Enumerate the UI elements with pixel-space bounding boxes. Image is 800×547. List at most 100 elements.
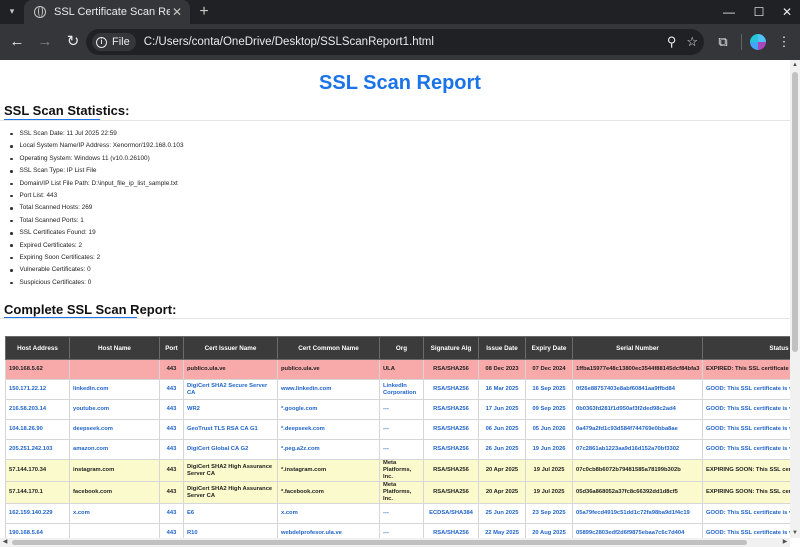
cell-port: 443 (159, 359, 184, 380)
close-window-icon[interactable]: ✕ (772, 0, 800, 24)
col-host-address[interactable]: Host Address (5, 336, 70, 360)
vertical-scrollbar[interactable]: ▲ ▼ (790, 60, 800, 538)
forward-icon[interactable]: → (32, 29, 58, 55)
table-row: 190.168.5.62 443 publico.ula.ve publico.ula… (5, 359, 790, 380)
cell-cert-issuer: WR2 (183, 399, 278, 420)
cell-signature-alg: RSA/SHA256 (423, 459, 479, 482)
zoom-icon[interactable]: ⚲ (667, 34, 677, 50)
scroll-up-icon[interactable]: ▲ (790, 60, 800, 70)
cell-host-address: 162.159.140.229 (5, 503, 70, 524)
tab-strip: ▾ SSL Certificate Scan Report by N ✕ + —… (0, 0, 800, 24)
browser-toolbar: ← → ↻ i File C:/Users/conta/OneDrive/Des… (0, 24, 800, 60)
cell-serial-number: 0a479a2fd1c93d584f744769e0bba8ae (572, 419, 703, 440)
cell-cert-common-name: *.deepseek.com (277, 419, 380, 440)
cell-cert-common-name: webdelprofesor.ula.ve (277, 523, 380, 538)
cell-cert-issuer: DigiCert SHA2 High Assurance Server CA (183, 459, 278, 482)
col-issue-date[interactable]: Issue Date (478, 336, 526, 360)
cell-org: --- (379, 523, 424, 538)
horizontal-scrollbar[interactable]: ◀ ▶ (0, 538, 790, 547)
cell-issue-date: 20 Apr 2025 (478, 481, 526, 504)
cell-status: GOOD: This SSL certificate is v (702, 439, 790, 460)
cell-port: 443 (159, 399, 184, 420)
vertical-scroll-thumb[interactable] (792, 72, 798, 352)
table-row: 216.58.203.14 youtube.com 443 WR2 *.google.c… (5, 399, 790, 420)
menu-kebab-icon[interactable]: ⋮ (772, 30, 796, 54)
maximize-icon[interactable]: ☐ (744, 0, 774, 24)
new-tab-icon[interactable]: + (196, 2, 212, 22)
cell-serial-number: 05a79fecd4919c51dd1c72fa98ba9d1f4c19 (572, 503, 703, 524)
cell-host-address: 57.144.170.34 (5, 459, 70, 482)
col-host-name[interactable]: Host Name (69, 336, 160, 360)
cell-status: GOOD: This SSL certificate is v (702, 399, 790, 420)
cell-expiry-date: 07 Dec 2024 (525, 359, 573, 380)
globe-icon (34, 6, 46, 18)
page-title: SSL Scan Report (319, 72, 481, 94)
table-row: 57.144.170.34 instagram.com 443 DigiCert SH… (5, 459, 790, 482)
cell-host-address: 150.171.22.12 (5, 379, 70, 400)
cell-cert-issuer: publico.ula.ve (183, 359, 278, 380)
cell-cert-issuer: R10 (183, 523, 278, 538)
cell-status: GOOD: This SSL certificate is v (702, 523, 790, 538)
stats-item: SSL Scan Type: IP List File (10, 165, 184, 177)
stats-item: Port List: 443 (10, 190, 184, 202)
cell-host-name: instagram.com (69, 459, 160, 482)
cell-port: 443 (159, 439, 184, 460)
table-row: 205.251.242.103 amazon.com 443 DigiCert Glo… (5, 439, 790, 460)
tab-search-icon[interactable]: ▾ (6, 5, 18, 17)
divider (0, 120, 790, 121)
cell-status: GOOD: This SSL certificate is v (702, 419, 790, 440)
cell-signature-alg: RSA/SHA256 (423, 419, 479, 440)
cell-org: ULA (379, 359, 424, 380)
scan-results-table: Host Address Host Name Port Cert Issuer … (5, 336, 790, 538)
table-header-row: Host Address Host Name Port Cert Issuer … (5, 336, 790, 360)
cell-signature-alg: RSA/SHA256 (423, 481, 479, 504)
cell-cert-common-name: x.com (277, 503, 380, 524)
cell-org: --- (379, 399, 424, 420)
table-row: 162.159.140.229 x.com 443 E6 x.com --- ECDSA/S… (5, 503, 790, 524)
stats-item: Domain/IP List File Path: D:\input_file_… (10, 178, 184, 190)
extensions-icon[interactable]: ⧉ (711, 30, 735, 54)
horizontal-scroll-thumb[interactable] (12, 540, 747, 545)
cell-host-address: 216.58.203.14 (5, 399, 70, 420)
cell-cert-common-name: *.instagram.com (277, 459, 380, 482)
close-tab-icon[interactable]: ✕ (170, 5, 184, 19)
cell-cert-common-name: *.facebook.com (277, 481, 380, 504)
cell-org: Meta Platforms, Inc. (379, 459, 424, 482)
profile-avatar-icon[interactable] (750, 34, 766, 50)
cell-cert-common-name: *.peg.a2z.com (277, 439, 380, 460)
cell-status: EXPIRING SOON: This SSL cert (702, 481, 790, 504)
minimize-icon[interactable]: — (714, 0, 744, 24)
col-cert-issuer[interactable]: Cert Issuer Name (183, 336, 278, 360)
cell-signature-alg: RSA/SHA256 (423, 379, 479, 400)
stats-item: Local System Name/IP Address: Xenormor/1… (10, 140, 184, 152)
col-cert-common-name[interactable]: Cert Common Name (277, 336, 380, 360)
cell-signature-alg: RSA/SHA256 (423, 359, 479, 380)
cell-issue-date: 16 Mar 2025 (478, 379, 526, 400)
cell-expiry-date: 23 Sep 2025 (525, 503, 573, 524)
cell-host-address: 57.144.170.1 (5, 481, 70, 504)
cell-host-address: 205.251.242.103 (5, 439, 70, 460)
col-signature-alg[interactable]: Signature Alg (423, 336, 479, 360)
stats-item: Expiring Soon Certificates: 2 (10, 252, 184, 264)
cell-host-address: 190.168.5.62 (5, 359, 70, 380)
col-port[interactable]: Port (159, 336, 184, 360)
url-text[interactable]: C:/Users/conta/OneDrive/Desktop/SSLScanR… (144, 36, 434, 48)
col-status[interactable]: Status (702, 336, 790, 360)
col-expiry-date[interactable]: Expiry Date (525, 336, 573, 360)
bookmark-star-icon[interactable]: ☆ (686, 34, 698, 50)
col-org[interactable]: Org (379, 336, 424, 360)
table-row: 190.168.5.64 443 R10 webdelprofesor.ula.ve -… (5, 523, 790, 538)
scroll-down-icon[interactable]: ▼ (790, 528, 800, 538)
cell-host-name: youtube.com (69, 399, 160, 420)
scroll-right-icon[interactable]: ▶ (780, 538, 790, 547)
cell-cert-issuer: DigiCert Global CA G2 (183, 439, 278, 460)
browser-tab[interactable]: SSL Certificate Scan Report by N ✕ (24, 0, 190, 24)
reload-icon[interactable]: ↻ (60, 29, 86, 55)
col-serial-number[interactable]: Serial Number (572, 336, 703, 360)
site-info-chip[interactable]: i File (92, 33, 136, 51)
address-bar[interactable]: i File C:/Users/conta/OneDrive/Desktop/S… (86, 29, 704, 55)
cell-cert-issuer: E6 (183, 503, 278, 524)
scroll-left-icon[interactable]: ◀ (0, 538, 10, 547)
cell-serial-number: 07c0cb8b6072b79481585a78199b302b (572, 459, 703, 482)
back-icon[interactable]: ← (4, 29, 30, 55)
